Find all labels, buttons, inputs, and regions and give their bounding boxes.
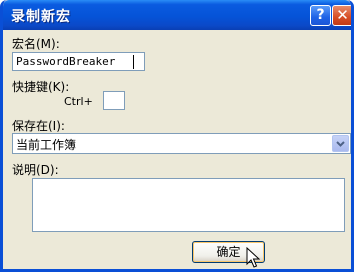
macro-name-input[interactable]: PasswordBreaker (12, 52, 145, 71)
help-icon[interactable]: ? (310, 5, 331, 26)
macro-name-value: PasswordBreaker (16, 55, 116, 68)
store-in-label: 保存在(I): (12, 119, 65, 133)
text-caret (133, 55, 134, 69)
close-icon[interactable]: ✕ (332, 5, 351, 26)
shortcut-key-input[interactable] (103, 91, 125, 110)
title-bar[interactable]: 录制新宏 ? ✕ (3, 0, 351, 30)
mouse-pointer-icon (246, 247, 260, 268)
shortcut-label: 快捷键(K): (12, 80, 70, 94)
macro-name-label: 宏名(M): (12, 37, 60, 51)
dialog-title: 录制新宏 (11, 9, 71, 25)
shortcut-prefix: Ctrl+ (64, 95, 93, 108)
description-textarea[interactable] (32, 178, 345, 232)
store-in-dropdown[interactable]: 当前工作簿 (12, 133, 351, 154)
chevron-down-icon[interactable] (332, 135, 349, 152)
description-label: 说明(D): (12, 163, 59, 177)
store-in-selected: 当前工作簿 (16, 138, 77, 152)
record-macro-dialog: 录制新宏 ? ✕ 宏名(M): PasswordBreaker 快捷键(K): … (0, 0, 354, 272)
